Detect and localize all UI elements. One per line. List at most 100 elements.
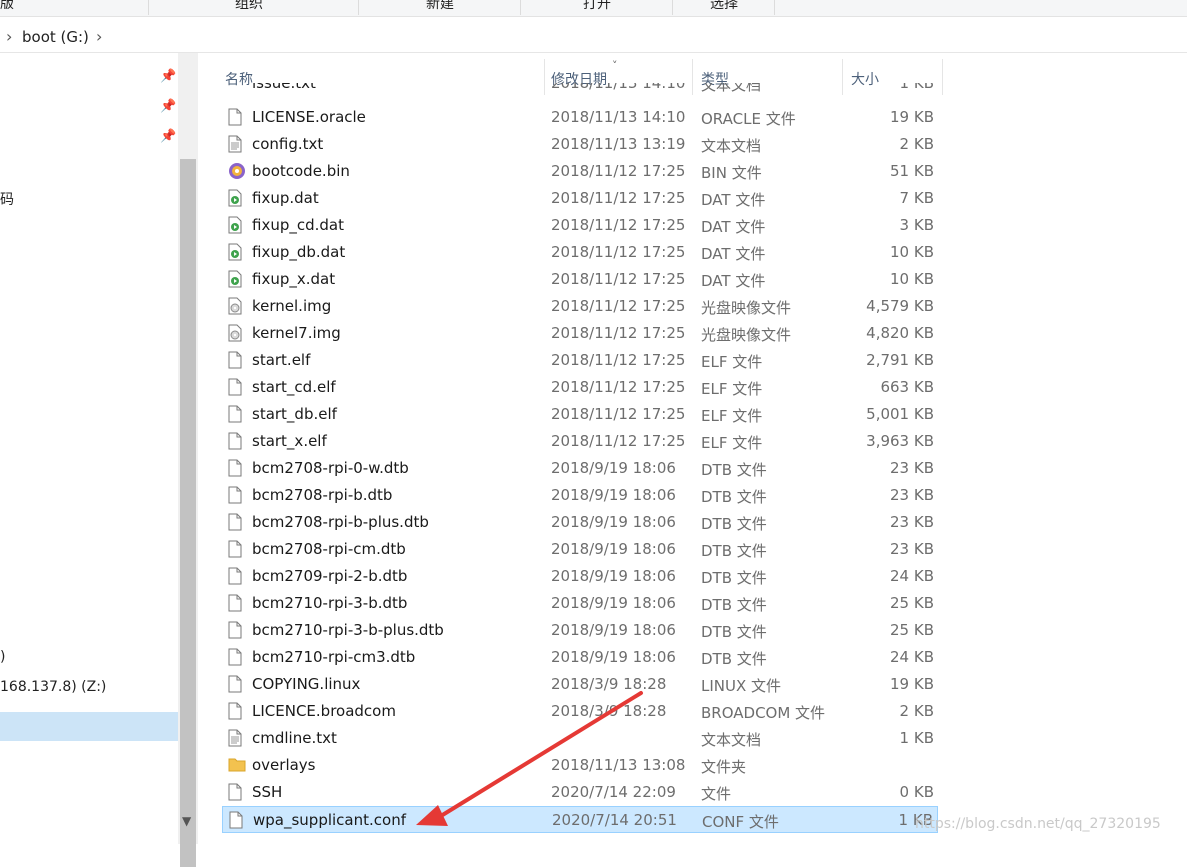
table-row[interactable]: bcm2710-rpi-cm3.dtb 2018/9/19 18:06 DTB 文件…: [222, 644, 938, 671]
file-icon: [229, 811, 243, 829]
table-row[interactable]: config.txt 2018/11/13 13:19 文本文档 2 KB: [222, 131, 938, 158]
nav-item-network-drive[interactable]: 168.137.8) (Z:): [0, 679, 106, 695]
file-type: BROADCOM 文件: [701, 704, 826, 722]
file-name: fixup.dat: [252, 189, 319, 207]
table-row[interactable]: wpa_supplicant.conf 2020/7/14 20:51 CONF 文…: [222, 806, 938, 833]
file-size: 4,579 KB: [866, 297, 934, 315]
table-row[interactable]: start.elf 2018/11/12 17:25 ELF 文件 2,791 KB: [222, 347, 938, 374]
ribbon-group-label: 选择: [710, 0, 738, 12]
file-date: 2018/11/13 14:10: [551, 108, 686, 126]
file-date: 2018/11/12 17:25: [551, 189, 686, 207]
sort-descending-icon: ˅: [612, 59, 618, 72]
file-date: 2018/9/19 18:06: [551, 621, 676, 639]
ribbon-group-partial[interactable]: 版: [0, 0, 149, 15]
table-row[interactable]: bcm2709-rpi-2-b.dtb 2018/9/19 18:06 DTB 文件…: [222, 563, 938, 590]
file-type: 文本文档: [701, 83, 762, 94]
table-row[interactable]: start_db.elf 2018/11/12 17:25 ELF 文件 5,001 …: [222, 401, 938, 428]
table-row[interactable]: overlays 2018/11/13 13:08 文件夹: [222, 752, 938, 779]
table-row[interactable]: start_cd.elf 2018/11/12 17:25 ELF 文件 663 KB: [222, 374, 938, 401]
chevron-right-icon[interactable]: ›: [6, 27, 12, 46]
file-size: 19 KB: [890, 675, 934, 693]
file-name: fixup_cd.dat: [252, 216, 344, 234]
table-row[interactable]: LICENSE.oracle 2018/11/13 14:10 ORACLE 文件 1…: [222, 104, 938, 131]
pin-icon[interactable]: 📌: [160, 69, 176, 84]
table-row[interactable]: fixup_db.dat 2018/11/12 17:25 DAT 文件 10 KB: [222, 239, 938, 266]
pin-icon[interactable]: 📌: [160, 99, 176, 114]
file-size: 10 KB: [890, 243, 934, 261]
breadcrumb[interactable]: boot (G:): [22, 28, 89, 46]
table-row[interactable]: start_x.elf 2018/11/12 17:25 ELF 文件 3,963 K…: [222, 428, 938, 455]
scrollbar-thumb[interactable]: [180, 159, 196, 867]
file-size: 2 KB: [899, 135, 934, 153]
media-file-icon: [228, 216, 242, 234]
nav-item-selected[interactable]: [0, 712, 178, 741]
table-row[interactable]: SSH 2020/7/14 22:09 文件 0 KB: [222, 779, 938, 806]
table-row[interactable]: fixup_x.dat 2018/11/12 17:25 DAT 文件 10 KB: [222, 266, 938, 293]
file-name: start.elf: [252, 351, 311, 369]
media-file-icon: [228, 270, 242, 288]
file-name: fixup_db.dat: [252, 243, 346, 261]
table-row[interactable]: fixup_cd.dat 2018/11/12 17:25 DAT 文件 3 KB: [222, 212, 938, 239]
table-row-partial[interactable]: issue.txt 2018/11/13 14:10 文本文档 1 KB: [222, 83, 938, 97]
file-size: 19 KB: [890, 108, 934, 126]
file-size: 51 KB: [890, 162, 934, 180]
file-name: bcm2710-rpi-3-b-plus.dtb: [252, 621, 444, 639]
file-type: DTB 文件: [701, 623, 767, 641]
table-row[interactable]: kernel.img 2018/11/12 17:25 光盘映像文件 4,579 KB: [222, 293, 938, 320]
file-size: 5,001 KB: [866, 405, 934, 423]
file-icon: [228, 567, 242, 585]
file-type: DTB 文件: [701, 650, 767, 668]
ribbon-group-new[interactable]: 新建: [360, 0, 521, 15]
table-row[interactable]: bcm2708-rpi-b-plus.dtb 2018/9/19 18:06 DTB…: [222, 509, 938, 536]
file-icon: [228, 621, 242, 639]
nav-item[interactable]: ): [0, 649, 5, 665]
file-name: kernel.img: [252, 297, 332, 315]
file-size: 23 KB: [890, 486, 934, 504]
file-date: 2018/9/19 18:06: [551, 513, 676, 531]
file-type: DTB 文件: [701, 542, 767, 560]
file-name: fixup_x.dat: [252, 270, 336, 288]
file-list: 名称 修改日期 类型 大小 ˅ issue.txt 2018/11/13 14:…: [198, 53, 1187, 844]
file-size: 25 KB: [890, 621, 934, 639]
table-row[interactable]: bootcode.bin 2018/11/12 17:25 BIN 文件 51 KB: [222, 158, 938, 185]
file-type: 文件: [701, 785, 732, 803]
table-row[interactable]: cmdline.txt 文本文档 1 KB: [222, 725, 938, 752]
watermark-text: https://blog.csdn.net/qq_27320195: [915, 816, 1161, 832]
nav-scrollbar[interactable]: ▼: [178, 53, 198, 867]
file-name: LICENSE.oracle: [252, 108, 366, 126]
file-date: 2018/11/12 17:25: [551, 243, 686, 261]
file-size: 24 KB: [890, 648, 934, 666]
file-icon: [228, 486, 242, 504]
table-row[interactable]: fixup.dat 2018/11/12 17:25 DAT 文件 7 KB: [222, 185, 938, 212]
ribbon-group-open[interactable]: 打开: [522, 0, 673, 15]
file-size: 2 KB: [899, 702, 934, 720]
table-row[interactable]: bcm2710-rpi-3-b-plus.dtb 2018/9/19 18:06 D…: [222, 617, 938, 644]
file-size: 0 KB: [899, 783, 934, 801]
table-row[interactable]: bcm2708-rpi-b.dtb 2018/9/19 18:06 DTB 文件 23…: [222, 482, 938, 509]
pin-icon[interactable]: 📌: [160, 129, 176, 144]
file-date: 2018/3/9 18:28: [551, 675, 667, 693]
table-row[interactable]: LICENCE.broadcom 2018/3/9 18:28 BROADCOM 文…: [222, 698, 938, 725]
table-row[interactable]: bcm2710-rpi-3-b.dtb 2018/9/19 18:06 DTB 文件…: [222, 590, 938, 617]
ribbon-group-organize[interactable]: 组织: [140, 0, 359, 15]
file-date: 2018/9/19 18:06: [551, 567, 676, 585]
file-size: 1 KB: [899, 729, 934, 747]
chevron-right-icon[interactable]: ›: [96, 27, 102, 46]
address-bar[interactable]: › boot (G:) ›: [0, 24, 1187, 53]
scroll-down-icon[interactable]: ▼: [182, 814, 191, 828]
nav-item[interactable]: 码: [0, 189, 14, 209]
table-row[interactable]: bcm2708-rpi-0-w.dtb 2018/9/19 18:06 DTB 文件…: [222, 455, 938, 482]
file-date: 2018/9/19 18:06: [551, 648, 676, 666]
table-row[interactable]: kernel7.img 2018/11/12 17:25 光盘映像文件 4,820 K…: [222, 320, 938, 347]
file-type: DTB 文件: [701, 596, 767, 614]
file-icon: [228, 783, 242, 801]
ribbon-group-select[interactable]: 选择: [674, 0, 775, 15]
file-type: LINUX 文件: [701, 677, 782, 695]
table-row[interactable]: COPYING.linux 2018/3/9 18:28 LINUX 文件 19 KB: [222, 671, 938, 698]
table-row[interactable]: bcm2708-rpi-cm.dtb 2018/9/19 18:06 DTB 文件 2…: [222, 536, 938, 563]
column-divider[interactable]: [942, 59, 943, 95]
ribbon-group-label: 版: [0, 0, 14, 12]
file-icon: [228, 405, 242, 423]
ribbon-group-label: 打开: [583, 0, 611, 12]
media-file-icon: [228, 189, 242, 207]
